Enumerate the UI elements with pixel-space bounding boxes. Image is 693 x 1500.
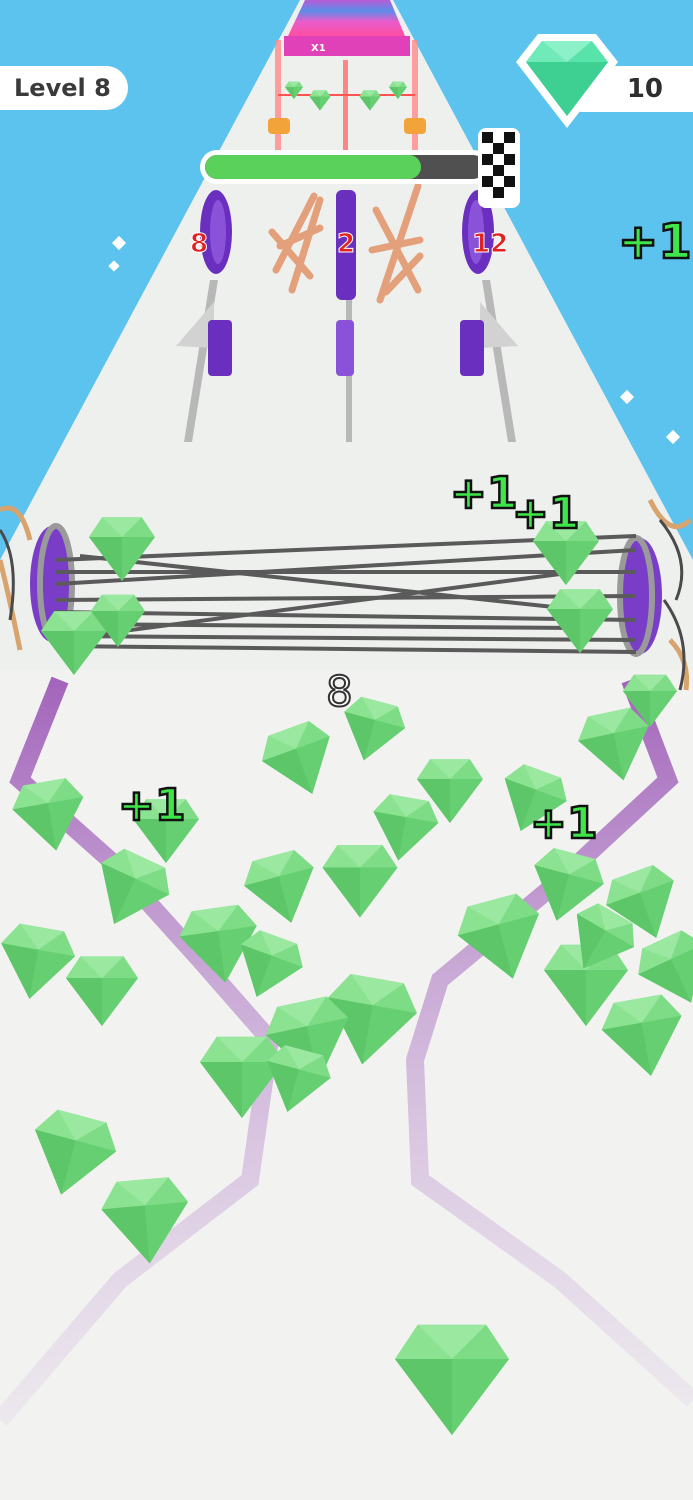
gate-value-left: 8 xyxy=(190,229,208,259)
level-progress-bar xyxy=(200,150,490,184)
gate-value-right: 12 xyxy=(472,229,508,259)
plus-one-popup: +1 xyxy=(530,798,597,849)
level-indicator: Level 8 xyxy=(0,66,128,110)
game-scene: X1 8 2 12 +1 +1 +1 +1 +1 8 xyxy=(0,0,693,1500)
rope-count: 8 xyxy=(326,667,353,716)
plus-one-popup: +1 xyxy=(512,488,579,539)
gem-icon xyxy=(516,34,618,128)
multiplier-label: X1 xyxy=(311,43,326,54)
finish-ramp xyxy=(288,0,405,36)
plus-one-popup: +1 xyxy=(450,468,517,519)
plus-one-popup: +1 xyxy=(118,780,185,831)
progress-track xyxy=(205,155,485,179)
progress-fill xyxy=(205,155,421,179)
plus-one-popup: +1 xyxy=(618,214,692,270)
gem-count: 10 xyxy=(626,74,663,104)
gate-value-middle: 2 xyxy=(337,229,355,259)
multiplier-bar xyxy=(284,36,410,56)
level-label: Level 8 xyxy=(14,74,111,102)
finish-flag-icon xyxy=(478,128,520,208)
